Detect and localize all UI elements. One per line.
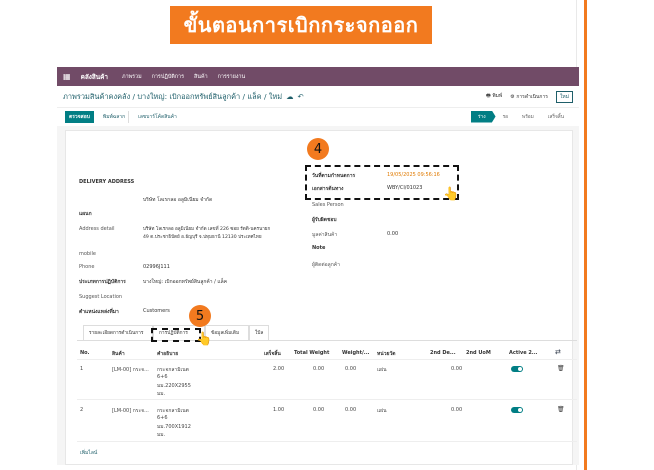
screenshot-stage: ขั้นตอนการเบิกกระจกออก ▦ คลังสินค้า ภาพร… bbox=[0, 0, 654, 470]
hint-label: แผนก bbox=[79, 211, 92, 217]
address-label: Address detail bbox=[79, 226, 115, 232]
row-2-desc-line-3: มม.700X1912 bbox=[157, 424, 191, 430]
apps-grid-icon[interactable]: ▦ bbox=[63, 72, 71, 81]
partner-value[interactable]: บริษัท โลเรกลอ อลูมิเนียม จำกัด bbox=[143, 196, 212, 204]
row-2-uom[interactable]: แผ่น bbox=[377, 407, 387, 415]
col-header-uom[interactable]: หน่วยวัด bbox=[377, 350, 396, 358]
row-2-desc-line-2: 6+6 bbox=[157, 415, 168, 421]
status-waiting[interactable]: รอ bbox=[496, 111, 515, 123]
column-settings-icon[interactable]: ⇄ bbox=[555, 348, 561, 356]
tab-operation-details[interactable]: รายละเอียดการดำเนินการ bbox=[83, 325, 153, 340]
row-1-desc-line-1: กระจกลามิเนต bbox=[157, 367, 189, 373]
address-line-1: บริษัท โลเรกลอ อลูมิเนียม จำกัด เลขที่ 2… bbox=[143, 227, 271, 232]
row-2-desc-line-1: กระจกลามิเนต bbox=[157, 408, 189, 414]
phone-label: Phone bbox=[79, 264, 95, 270]
status-ready[interactable]: พร้อม bbox=[515, 111, 541, 123]
suggest-location-label: Suggest Location bbox=[79, 294, 123, 300]
breadcrumb-path[interactable]: ภาพรวมสินค้าคงคลัง / บางใหญ่: เบิกออกทรั… bbox=[63, 91, 282, 103]
check-button[interactable]: ตรวจสอบ bbox=[65, 110, 94, 123]
responsible-label: ผู้รับผิดชอบ bbox=[312, 217, 337, 223]
highlight-box-step-4 bbox=[305, 165, 459, 200]
col-header-second-demand[interactable]: 2nd De... bbox=[430, 350, 456, 356]
action-button[interactable]: ⚙ การดำเนินการ bbox=[510, 93, 548, 101]
row-1-desc-line-2: 6+6 bbox=[157, 374, 168, 380]
top-navbar: ▦ คลังสินค้า ภาพรวม การปฏิบัติการ สินค้า… bbox=[57, 67, 579, 86]
col-header-done[interactable]: เสร็จสิ้น bbox=[264, 350, 281, 358]
accent-divider bbox=[584, 0, 587, 470]
row-1-desc-line-3: มม.220X2955 bbox=[157, 383, 191, 389]
new-button[interactable]: ใหม่ bbox=[555, 90, 573, 103]
mobile-label: mobile bbox=[79, 251, 96, 257]
row-2-no: 2 bbox=[80, 407, 84, 413]
print-label-button[interactable]: พิมพ์ฉลาก bbox=[100, 110, 130, 123]
address-line-2: 49 ต.ประชาธิปัตย์ อ.ธัญบุรี จ.ปทุมธานี 1… bbox=[143, 235, 262, 240]
contact-label: ผู้ติดต่อลูกค้า bbox=[312, 262, 340, 268]
nav-menu-operations[interactable]: การปฏิบัติการ bbox=[152, 73, 184, 81]
breadcrumb: ภาพรวมสินค้าคงคลัง / บางใหญ่: เบิกออกทรั… bbox=[57, 86, 579, 108]
tab-note[interactable]: ใบ้ล bbox=[249, 325, 269, 340]
row-1-product[interactable]: [LM-00] กระจ... bbox=[112, 366, 149, 374]
row-1-active-toggle[interactable] bbox=[511, 366, 523, 372]
nav-menu-reporting[interactable]: การรายงาน bbox=[218, 73, 246, 81]
action-bar: ตรวจสอบ พิมพ์ฉลาก เลขบาร์โค้ดสินค้า ร่าง… bbox=[57, 108, 579, 125]
toolbar: 🖶 พิมพ์ ⚙ การดำเนินการ ใหม่ bbox=[486, 90, 573, 103]
barcode-button[interactable]: เลขบาร์โค้ดสินค้า bbox=[135, 111, 180, 123]
row-2-done[interactable]: 1.00 bbox=[273, 407, 284, 413]
step-4-marker: 4 bbox=[307, 138, 329, 160]
col-header-second-uom[interactable]: 2nd UoM bbox=[466, 350, 491, 356]
row-1-done[interactable]: 2.00 bbox=[273, 366, 284, 372]
row-separator bbox=[77, 441, 577, 442]
row-2-total-weight: 0.00 bbox=[313, 407, 325, 413]
note-label: Note bbox=[312, 245, 326, 251]
row-2-active-toggle[interactable] bbox=[511, 407, 523, 413]
row-1-no: 1 bbox=[80, 366, 84, 372]
operation-type-label: ประเภทการปฏิบัติการ bbox=[79, 279, 126, 285]
app-name[interactable]: คลังสินค้า bbox=[81, 72, 108, 82]
pointer-hand-icon: 👆 bbox=[196, 332, 213, 347]
col-header-total-weight[interactable]: Total Weight bbox=[294, 350, 329, 356]
nav-menu-products[interactable]: สินค้า bbox=[194, 73, 208, 81]
add-line-link[interactable]: เพิ่มไลน์ bbox=[80, 449, 97, 457]
row-2-desc-line-4: มม. bbox=[157, 432, 166, 438]
row-2-second-demand: 0.00 bbox=[451, 407, 463, 413]
row-1-second-demand: 0.00 bbox=[451, 366, 463, 372]
col-header-active[interactable]: Active 2... bbox=[509, 350, 538, 356]
col-header-description[interactable]: คำอธิบาย bbox=[157, 350, 178, 358]
sales-person-label: Sales Person bbox=[312, 202, 344, 208]
delivery-address-heading: DELIVERY ADDRESS bbox=[79, 179, 135, 185]
row-1-desc-line-4: มม. bbox=[157, 391, 166, 397]
row-2-trash-icon[interactable]: 🗑 bbox=[557, 406, 565, 413]
row-1-trash-icon[interactable]: 🗑 bbox=[557, 365, 565, 372]
print-button[interactable]: 🖶 พิมพ์ bbox=[486, 92, 502, 101]
highlight-box-step-5 bbox=[151, 328, 201, 342]
table-header-separator bbox=[77, 359, 577, 360]
status-done[interactable]: เสร็จสิ้น bbox=[541, 111, 571, 123]
step-5-marker: 5 bbox=[189, 305, 211, 327]
nav-menu-overview[interactable]: ภาพรวม bbox=[122, 73, 142, 81]
status-bar: ร่าง รอ พร้อม เสร็จสิ้น bbox=[470, 110, 571, 123]
row-1-total-weight: 0.00 bbox=[313, 366, 325, 372]
row-2-weight-unit: 0.00 bbox=[345, 407, 357, 413]
row-1-weight-unit: 0.00 bbox=[345, 366, 357, 372]
source-location-label: ตำแหน่งแหล่งที่มา bbox=[79, 309, 119, 315]
row-separator bbox=[77, 399, 577, 400]
col-header-no[interactable]: No. bbox=[80, 350, 90, 356]
operation-type-value[interactable]: บางใหญ่: เบิกออกทรัพย์สินลูกค้า / แล็ค bbox=[143, 278, 227, 286]
pointer-hand-icon: 👆 bbox=[443, 187, 460, 202]
odoo-window: ▦ คลังสินค้า ภาพรวม การปฏิบัติการ สินค้า… bbox=[57, 67, 579, 465]
phone-value[interactable]: 02996J111 bbox=[143, 264, 170, 270]
col-header-product[interactable]: สินค้า bbox=[112, 350, 125, 358]
col-header-weight-unit[interactable]: Weight/... bbox=[342, 350, 370, 356]
total-value: 0.00 bbox=[387, 231, 399, 237]
cloud-save-icon[interactable]: ☁ bbox=[286, 92, 293, 101]
discard-icon[interactable]: ↶ bbox=[298, 92, 304, 101]
row-1-uom[interactable]: แผ่น bbox=[377, 366, 387, 374]
row-2-product[interactable]: [LM-00] กระจ... bbox=[112, 407, 149, 415]
title-banner: ขั้นตอนการเบิกกระจกออก bbox=[170, 6, 432, 44]
source-location-value[interactable]: Customers bbox=[143, 308, 170, 314]
total-value-label: มูลค่าสินค้า bbox=[312, 232, 338, 238]
status-draft[interactable]: ร่าง bbox=[470, 110, 496, 123]
